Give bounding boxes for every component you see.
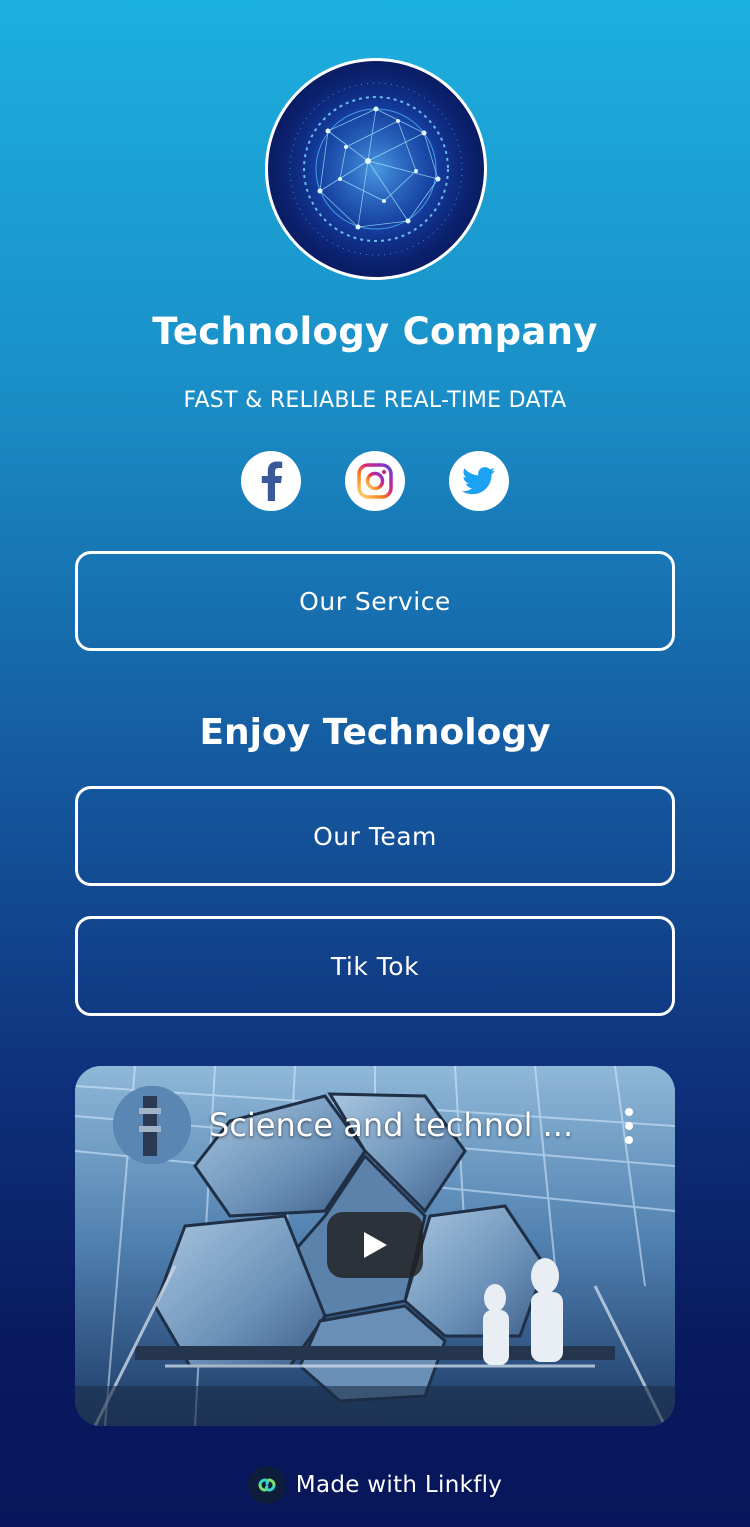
twitter-icon xyxy=(462,467,496,495)
twitter-link[interactable] xyxy=(449,451,509,511)
profile-tagline: FAST & RELIABLE REAL-TIME DATA xyxy=(183,388,567,413)
facebook-icon xyxy=(261,461,283,501)
tik-tok-button[interactable]: Tik Tok xyxy=(75,916,675,1016)
video-embed[interactable]: Science and technol ... xyxy=(75,1066,675,1426)
section-heading: Enjoy Technology xyxy=(199,712,551,753)
globe-network-icon xyxy=(270,63,482,275)
play-button[interactable] xyxy=(327,1212,423,1278)
more-options-icon[interactable] xyxy=(621,1108,637,1148)
channel-avatar[interactable] xyxy=(113,1086,191,1164)
facebook-link[interactable] xyxy=(241,451,301,511)
instagram-icon xyxy=(357,463,393,499)
footer-text: Made with Linkfly xyxy=(295,1472,503,1498)
profile-avatar xyxy=(265,58,487,280)
our-service-button[interactable]: Our Service xyxy=(75,551,675,651)
video-title[interactable]: Science and technol ... xyxy=(209,1106,573,1144)
instagram-link[interactable] xyxy=(345,451,405,511)
play-icon xyxy=(364,1232,387,1258)
our-team-button[interactable]: Our Team xyxy=(75,786,675,886)
linkfly-logo-icon xyxy=(247,1466,286,1504)
profile-name: Technology Company xyxy=(152,310,598,353)
footer[interactable]: Made with Linkfly xyxy=(0,1465,750,1505)
social-links xyxy=(0,451,750,511)
